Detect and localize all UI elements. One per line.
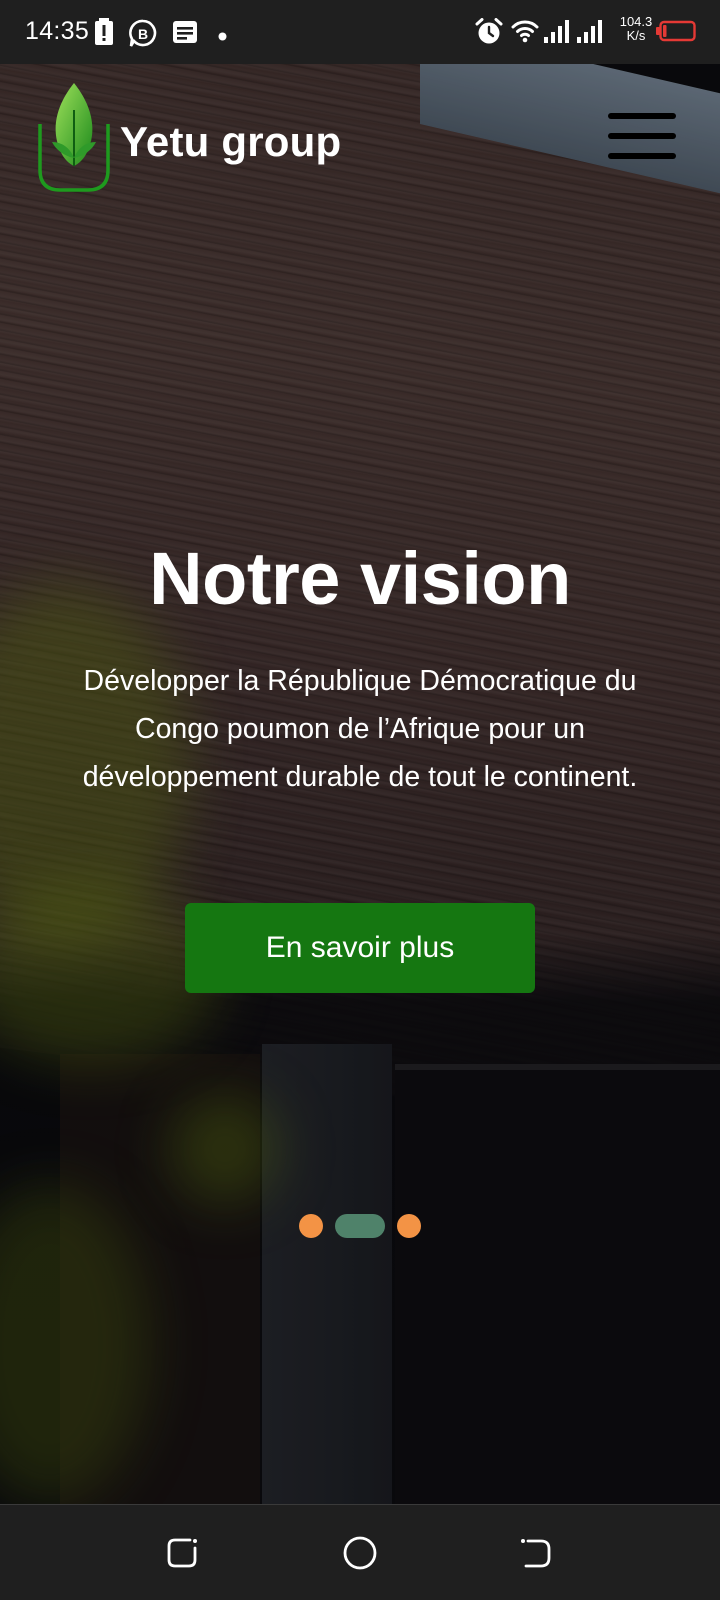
svg-text:B: B: [138, 26, 148, 42]
back-icon[interactable]: [516, 1533, 556, 1573]
carousel-pagination: [0, 1214, 720, 1238]
business-chat-icon: B: [128, 19, 158, 52]
menu-button[interactable]: [606, 108, 678, 164]
alarm-icon: [475, 18, 503, 51]
carousel-dot-active[interactable]: [335, 1214, 385, 1238]
signal-icon: [544, 19, 606, 50]
home-icon[interactable]: [340, 1533, 380, 1573]
network-speed-value: 104.3: [619, 14, 653, 29]
learn-more-button[interactable]: En savoir plus: [185, 903, 535, 993]
leaf-logo-icon[interactable]: [36, 80, 112, 194]
battery-low-icon: [656, 20, 696, 47]
carousel-dot[interactable]: [397, 1214, 421, 1238]
wifi-icon: [511, 19, 539, 48]
recent-apps-icon[interactable]: [164, 1533, 204, 1573]
message-icon: [172, 20, 198, 49]
network-speed-unit: K/s: [626, 28, 646, 43]
hero-section: Yetu group Notre vision Développer la Ré…: [0, 64, 720, 1504]
screen: 14:35 B 104.3 K/s Yetu group Notre visio…: [0, 0, 720, 1600]
carousel-dot[interactable]: [299, 1214, 323, 1238]
hero-title: Notre vision: [149, 537, 571, 620]
brand-name[interactable]: Yetu group: [120, 118, 341, 166]
network-speed: 104.3 K/s: [614, 15, 658, 43]
status-bar: 14:35 B 104.3 K/s: [0, 0, 720, 64]
hero-description: Développer la République Démocratique du…: [82, 665, 638, 793]
dot-icon: [218, 28, 227, 46]
status-time: 14:35: [25, 17, 90, 45]
battery-alert-icon: [94, 18, 114, 51]
system-navigation-bar: [0, 1504, 720, 1600]
